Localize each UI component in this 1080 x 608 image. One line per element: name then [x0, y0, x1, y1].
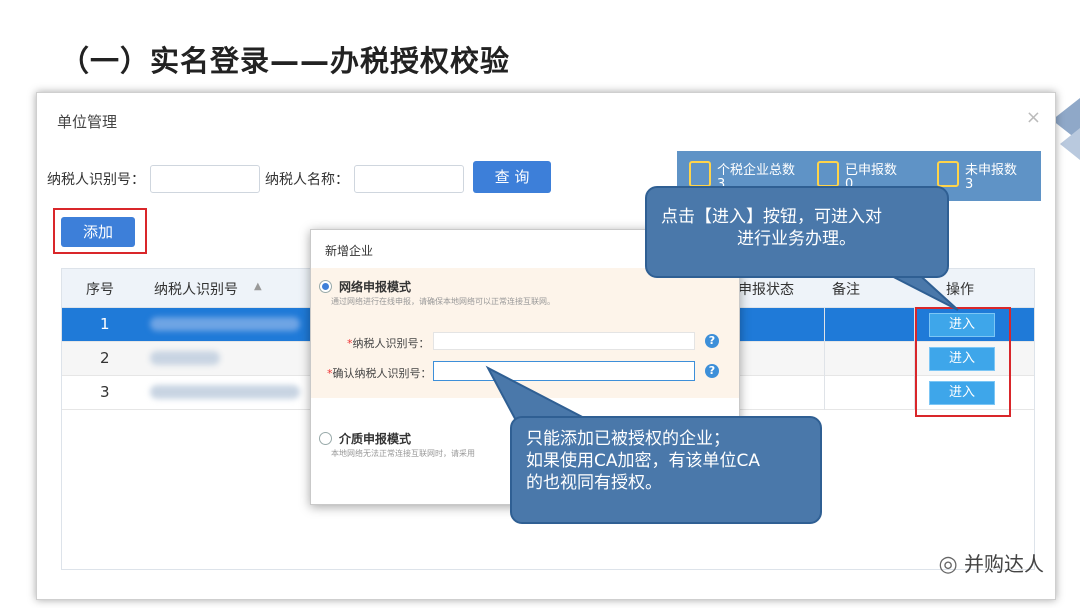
add-callout: 只能添加已被授权的企业； 如果使用CA加密，有该单位CA 的也视同有授权。: [510, 416, 822, 524]
callout-line: 的也视同有授权。: [526, 473, 662, 493]
wechat-icon: ◎: [938, 552, 958, 577]
callout-line: 进行业务办理。: [737, 229, 856, 249]
watermark-text: 并购达人: [964, 552, 1044, 576]
callout-line: 点击【进入】按钮，可进入对: [661, 207, 882, 227]
callout-line: 只能添加已被授权的企业；: [526, 429, 730, 449]
callout-line: 如果使用CA加密，有该单位CA: [526, 451, 760, 471]
enter-callout: 点击【进入】按钮，可进入对 进行业务办理。: [645, 186, 949, 278]
watermark: ◎ 并购达人: [938, 548, 1044, 577]
